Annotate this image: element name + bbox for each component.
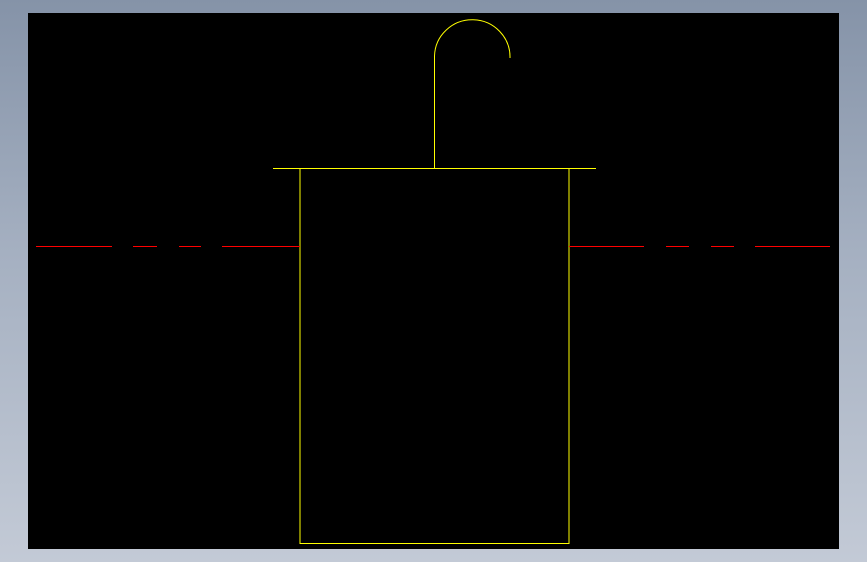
part-geometry[interactable]: [273, 19, 596, 544]
graphics-viewport[interactable]: [28, 13, 839, 549]
body-rectangle[interactable]: [299, 168, 570, 544]
cad-drawing[interactable]: [28, 13, 839, 549]
hook-arc[interactable]: [434, 19, 511, 59]
